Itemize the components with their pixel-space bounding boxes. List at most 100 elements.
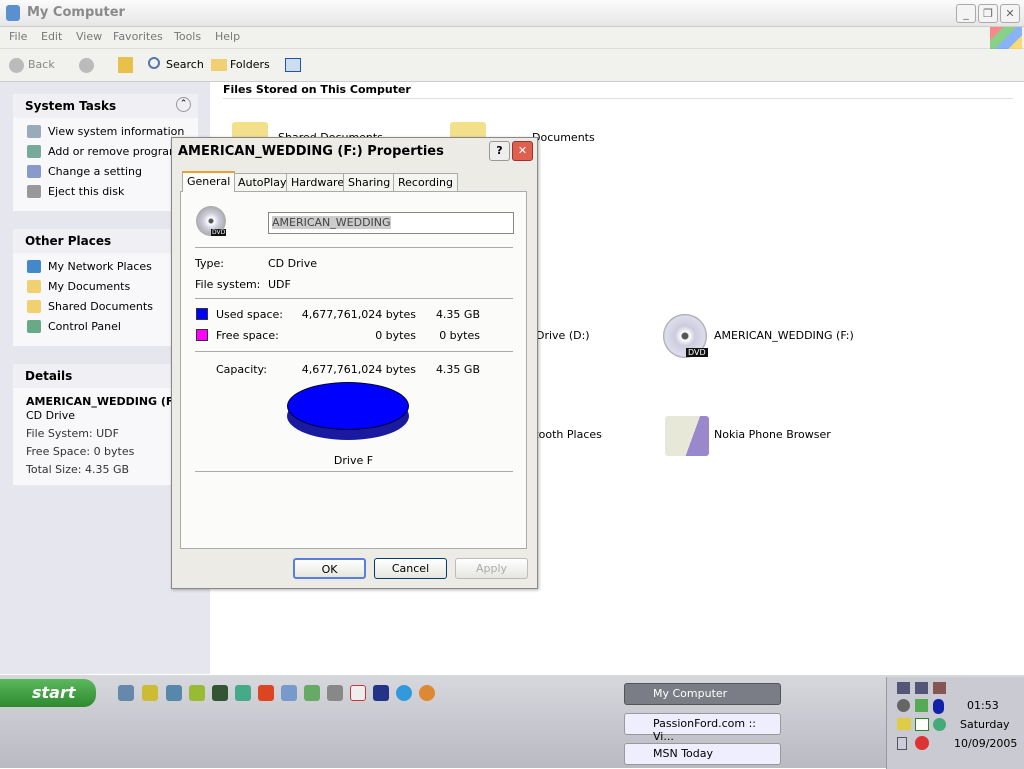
general-pane: DVD AMERICAN_WEDDING Type: CD Drive File… — [180, 191, 527, 549]
place-control-panel[interactable]: Control Panel — [48, 320, 121, 333]
quicklaunch-icon[interactable] — [118, 685, 134, 701]
eject-icon — [27, 185, 41, 198]
folders-icon — [211, 59, 227, 71]
tab-hardware[interactable]: Hardware — [286, 173, 350, 192]
system-info-icon — [27, 125, 41, 138]
task-change-setting[interactable]: Change a setting — [48, 165, 142, 178]
start-button[interactable]: start — [0, 679, 96, 707]
menu-favorites[interactable]: Favorites — [113, 30, 163, 43]
item-documents[interactable]: Documents — [532, 131, 595, 144]
divider — [195, 471, 513, 472]
task-label: MSN Today — [653, 747, 714, 760]
item-nokia-phone-browser[interactable]: Nokia Phone Browser — [714, 428, 831, 441]
tab-autoplay[interactable]: AutoPlay — [233, 173, 292, 192]
clock-time[interactable]: 01:53 — [967, 699, 999, 712]
tray-icon[interactable] — [897, 737, 907, 750]
task-my-computer[interactable]: My Computer — [624, 683, 781, 705]
free-gb: 0 bytes — [439, 329, 480, 342]
used-bytes: 4,677,761,024 bytes — [301, 308, 416, 321]
tray-icon[interactable] — [915, 718, 929, 731]
task-view-system-info[interactable]: View system information — [48, 125, 184, 138]
task-add-remove[interactable]: Add or remove programs — [48, 145, 186, 158]
quicklaunch-icon[interactable] — [212, 685, 228, 701]
system-tray: 01:53 Saturday 10/09/2005 — [886, 677, 1024, 769]
network-icon[interactable] — [915, 682, 928, 694]
tray-icon[interactable] — [897, 699, 910, 712]
menu-view[interactable]: View — [76, 30, 102, 43]
collapse-icon[interactable]: ⌃ — [176, 97, 191, 112]
place-shared-documents[interactable]: Shared Documents — [48, 300, 153, 313]
task-label: My Computer — [653, 687, 728, 700]
task-eject-disk[interactable]: Eject this disk — [48, 185, 124, 198]
place-network[interactable]: My Network Places — [48, 260, 152, 273]
type-label: Type: — [195, 257, 224, 270]
folders-button[interactable]: Folders — [230, 58, 270, 71]
ok-button[interactable]: OK — [293, 558, 366, 579]
tray-icon[interactable] — [897, 718, 911, 730]
used-label: Used space: — [216, 308, 284, 321]
menu-edit[interactable]: Edit — [41, 30, 62, 43]
capacity-bytes: 4,677,761,024 bytes — [301, 363, 416, 376]
media-icon[interactable] — [419, 685, 435, 701]
quicklaunch-icon[interactable] — [235, 685, 251, 701]
quicklaunch-icon[interactable] — [189, 685, 205, 701]
volume-label-input[interactable]: AMERICAN_WEDDING — [268, 212, 514, 234]
maximize-button[interactable]: ❐ — [978, 4, 998, 23]
views-icon[interactable] — [285, 58, 301, 72]
free-color-swatch — [196, 329, 208, 341]
ie-icon[interactable] — [396, 685, 412, 701]
drive-caption: Drive F — [333, 454, 374, 467]
quicklaunch-icon[interactable] — [166, 685, 182, 701]
minimize-button[interactable]: _ — [956, 4, 976, 23]
fs-label: File system: — [195, 278, 261, 291]
menu-tools[interactable]: Tools — [174, 30, 201, 43]
tab-recording[interactable]: Recording — [393, 173, 459, 192]
divider — [195, 298, 513, 299]
close-button[interactable]: ✕ — [1000, 4, 1020, 23]
quicklaunch-icon[interactable] — [281, 685, 297, 701]
back-arrow-icon — [9, 58, 24, 73]
cancel-button[interactable]: Cancel — [374, 558, 447, 579]
menu-help[interactable]: Help — [215, 30, 240, 43]
task-msn-today[interactable]: MSN Today — [624, 743, 781, 765]
messenger-icon[interactable] — [933, 718, 946, 731]
place-my-documents[interactable]: My Documents — [48, 280, 130, 293]
tray-icon[interactable] — [915, 699, 928, 712]
properties-dialog: AMERICAN_WEDDING (F:) Properties ? ✕ Gen… — [171, 137, 538, 589]
up-folder-icon[interactable] — [118, 57, 133, 73]
network-disconnected-icon[interactable] — [933, 682, 946, 694]
menu-file[interactable]: File — [9, 30, 27, 43]
quicklaunch-icon[interactable] — [327, 685, 343, 701]
apply-button[interactable]: Apply — [455, 558, 528, 579]
bluetooth-icon[interactable] — [933, 699, 944, 714]
forward-arrow-icon[interactable] — [79, 58, 94, 73]
system-tasks-title[interactable]: System Tasks — [13, 94, 198, 118]
quicklaunch-icon[interactable] — [258, 685, 274, 701]
info-icon[interactable] — [915, 736, 929, 750]
folder-icon — [27, 300, 41, 313]
network-icon[interactable] — [897, 682, 910, 694]
back-button[interactable]: Back — [28, 58, 55, 71]
item-drive-d[interactable]: Drive (D:) — [536, 329, 590, 342]
phone-browser-icon[interactable] — [665, 416, 709, 456]
search-button[interactable]: Search — [166, 58, 204, 71]
toolbar: Back Search Folders — [0, 49, 1024, 82]
quicklaunch-icon[interactable] — [373, 685, 389, 701]
fs-value: UDF — [268, 278, 291, 291]
quicklaunch-icon[interactable] — [350, 685, 366, 701]
dvd-badge: DVD — [211, 229, 227, 236]
dialog-close-button[interactable]: ✕ — [512, 141, 533, 161]
tab-sharing[interactable]: Sharing — [343, 173, 396, 192]
taskbar: start My Computer PassionFord.com :: Vi.… — [0, 674, 1024, 769]
tab-general[interactable]: General — [182, 171, 236, 192]
quicklaunch-icon[interactable] — [304, 685, 320, 701]
details-type: CD Drive — [26, 409, 75, 422]
add-remove-icon — [27, 145, 41, 158]
divider — [195, 351, 513, 352]
capacity-gb: 4.35 GB — [435, 363, 480, 376]
used-gb: 4.35 GB — [435, 308, 480, 321]
item-american-wedding[interactable]: AMERICAN_WEDDING (F:) — [714, 329, 854, 342]
quicklaunch-icon[interactable] — [142, 685, 158, 701]
help-button[interactable]: ? — [489, 141, 510, 161]
task-passionford[interactable]: PassionFord.com :: Vi... — [624, 713, 781, 743]
